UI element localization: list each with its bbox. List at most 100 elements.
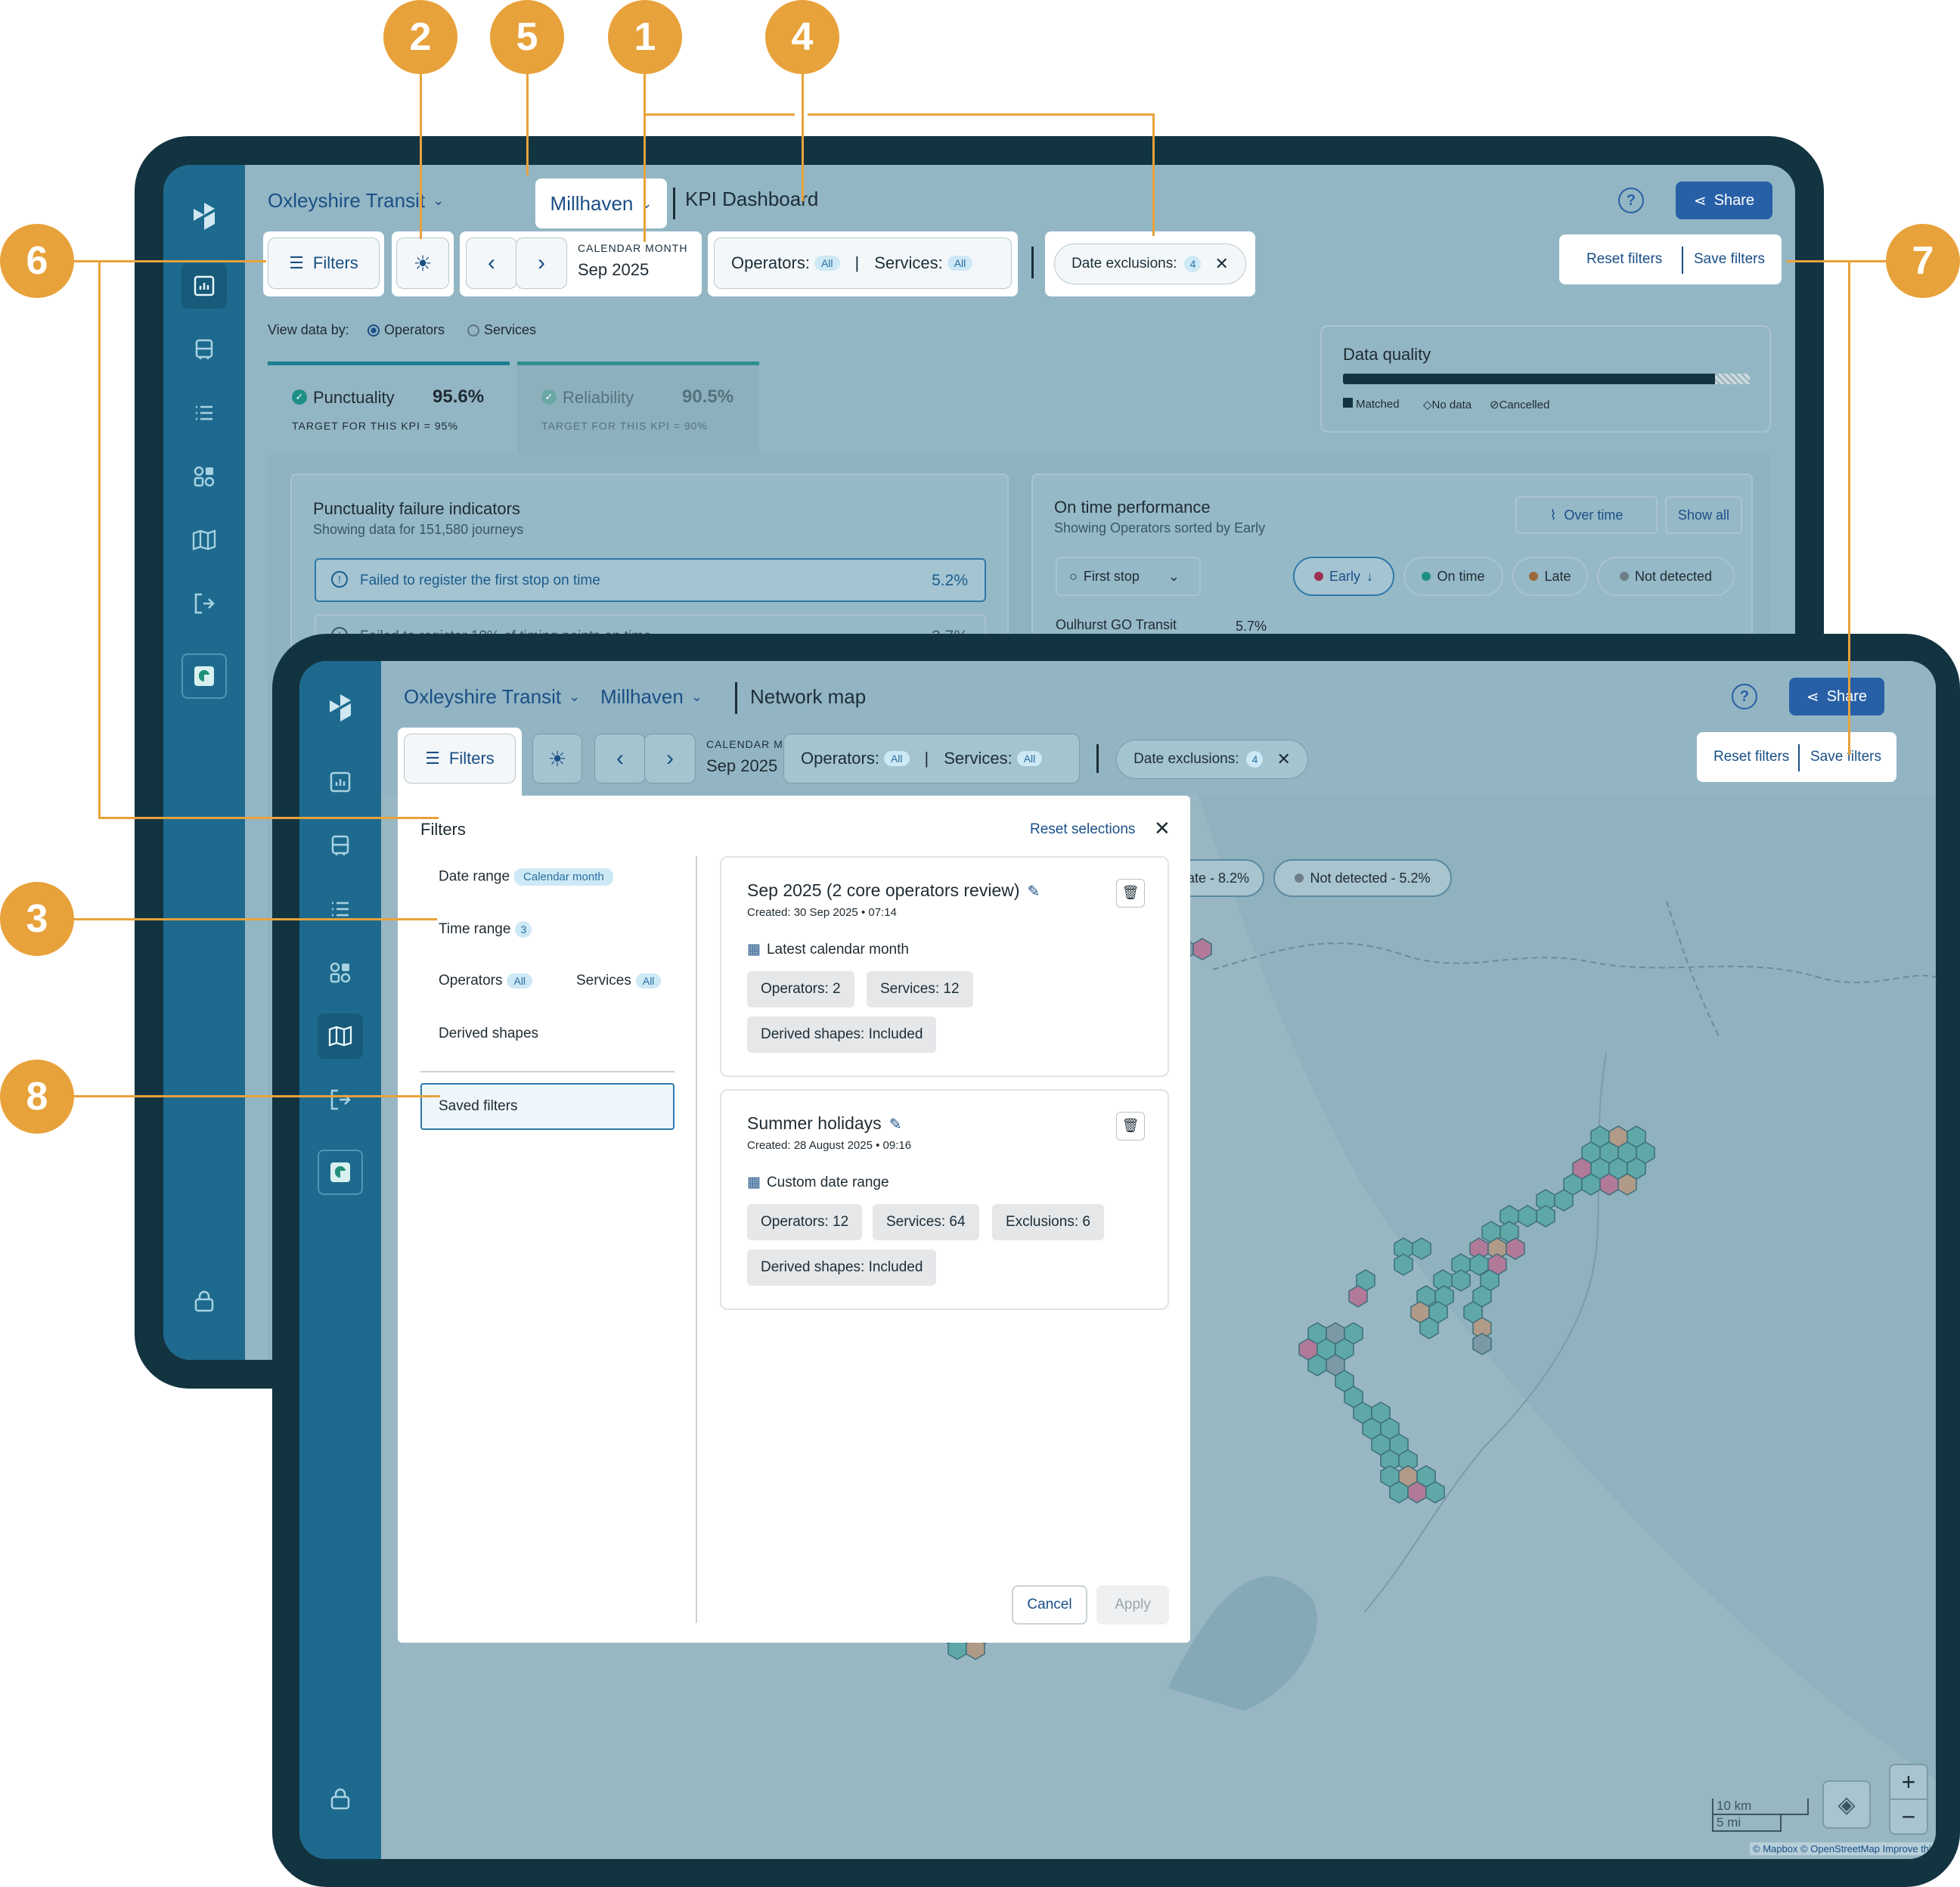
org-selector[interactable]: Oxleyshire Transit ⌄	[404, 685, 580, 709]
nav-date-range[interactable]: Date range Calendar month	[439, 868, 613, 886]
nav-operators[interactable]: Operators All	[439, 973, 533, 989]
list-icon[interactable]	[181, 390, 227, 436]
callout-1: 1	[608, 0, 682, 74]
share-button[interactable]: ⋖ Share	[1676, 182, 1772, 219]
callout-4: 4	[765, 0, 839, 74]
nav-services[interactable]: Services All	[576, 973, 662, 989]
lock-icon[interactable]	[181, 1278, 227, 1324]
next-month-button[interactable]: ›	[516, 237, 567, 289]
brand-icon[interactable]	[181, 653, 227, 699]
trash-button[interactable]: 🗑	[1116, 1112, 1145, 1141]
nav-saved-filters[interactable]: Saved filters	[420, 1083, 675, 1130]
over-time-button[interactable]: ⌇ Over time	[1515, 496, 1658, 534]
prev-month-button[interactable]: ‹	[594, 734, 646, 784]
nav-derived-shapes[interactable]: Derived shapes	[439, 1026, 538, 1042]
reset-filters-button[interactable]: Reset filters	[1586, 251, 1662, 268]
divider	[1031, 247, 1034, 278]
arrow-down-icon: ↓	[1366, 568, 1373, 584]
early-chip[interactable]: Early ↓	[1293, 557, 1394, 596]
next-month-button[interactable]: ›	[644, 734, 696, 784]
date-exclusions-chip[interactable]: Date exclusions: 4 ✕	[1054, 244, 1246, 284]
punctuality-tab[interactable]: ✓ Punctuality 95.6% TARGET FOR THIS KPI …	[268, 362, 510, 454]
saved-filter-name: Sep 2025 (2 core operators review) ✎	[747, 880, 1040, 900]
punctuality-value: 95.6%	[433, 386, 485, 407]
save-filters-button[interactable]: Save filters	[1810, 749, 1881, 765]
filters-button[interactable]: ☰ Filters	[404, 734, 516, 784]
org-name: Oxleyshire Transit	[404, 685, 562, 708]
view-operators-radio[interactable]: Operators	[368, 322, 445, 338]
saved-filter-created: Created: 28 August 2025 • 09:16	[747, 1139, 912, 1152]
bus-icon[interactable]	[181, 327, 227, 372]
close-icon[interactable]: ✕	[1214, 254, 1228, 274]
saved-filter-card[interactable]: Sep 2025 (2 core operators review) ✎ Crea…	[720, 856, 1169, 1077]
pencil-icon[interactable]: ✎	[1028, 883, 1040, 900]
check-icon: ✓	[541, 390, 557, 405]
close-icon[interactable]: ✕	[1154, 817, 1171, 840]
operators-services-selector[interactable]: Operators: All | Services: All	[783, 734, 1080, 784]
operators-services-selector[interactable]: Operators: All | Services: All	[714, 237, 1012, 289]
data-quality-title: Data quality	[1343, 345, 1431, 364]
scale-mi: 5 mi	[1712, 1815, 1782, 1832]
close-icon[interactable]: ✕	[1276, 750, 1290, 769]
lock-icon[interactable]	[318, 1776, 363, 1821]
apps-icon[interactable]	[318, 950, 363, 995]
region-selector[interactable]: Millhaven ⌄	[535, 178, 667, 228]
region-selector[interactable]: Millhaven ⌄	[600, 685, 702, 709]
share-label: Share	[1826, 687, 1868, 705]
divider	[420, 1071, 675, 1072]
filters-button[interactable]: ☰ Filters	[268, 237, 380, 289]
not-detected-chip[interactable]: Not detected	[1597, 557, 1735, 596]
sun-icon: ☀	[547, 746, 567, 771]
view-services-radio[interactable]: Services	[467, 322, 536, 338]
zoom-out-button[interactable]: −	[1889, 1799, 1928, 1835]
brightness-button[interactable]: ☀	[532, 734, 582, 784]
callout-line	[98, 817, 439, 819]
callout-line	[73, 260, 266, 262]
date-exclusions-label: Date exclusions:	[1134, 751, 1239, 767]
logout-icon[interactable]	[318, 1077, 363, 1122]
on-time-chip[interactable]: On time	[1403, 557, 1503, 596]
date-exclusions-chip[interactable]: Date exclusions: 4 ✕	[1116, 740, 1308, 779]
trash-button[interactable]: 🗑	[1116, 879, 1145, 908]
callout-line	[802, 74, 804, 115]
prev-month-button[interactable]: ‹	[466, 237, 517, 289]
apply-button[interactable]: Apply	[1096, 1585, 1169, 1625]
first-stop-select[interactable]: ○ First stop ⌄	[1056, 557, 1201, 596]
brand-icon[interactable]	[318, 1150, 363, 1195]
nav-time-range[interactable]: Time range 3	[439, 921, 532, 938]
map-chip-not-detected[interactable]: Not detected - 5.2%	[1273, 859, 1452, 897]
matched-swatch	[1343, 398, 1353, 408]
help-icon[interactable]: ?	[1618, 188, 1644, 213]
chart-icon[interactable]	[318, 759, 363, 805]
bus-icon[interactable]	[318, 823, 363, 868]
share-icon: ⋖	[1693, 192, 1707, 209]
pencil-icon[interactable]: ✎	[889, 1116, 902, 1133]
reliability-tab[interactable]: ✓ Reliability 90.5% TARGET FOR THIS KPI …	[517, 362, 759, 454]
save-filters-button[interactable]: Save filters	[1694, 251, 1765, 268]
list-icon[interactable]	[318, 886, 363, 932]
saved-filter-card[interactable]: Summer holidays ✎ Created: 28 August 2025…	[720, 1089, 1169, 1310]
trend-icon: ⌇	[1549, 507, 1557, 523]
brightness-button[interactable]: ☀	[396, 237, 449, 289]
calendar-icon: ▦	[747, 942, 761, 957]
callout-line	[644, 74, 646, 242]
chevron-down-icon: ⌄	[433, 193, 445, 208]
apps-icon[interactable]	[181, 454, 227, 499]
show-all-button[interactable]: Show all	[1665, 496, 1742, 534]
map-icon[interactable]	[181, 517, 227, 563]
reset-selections-button[interactable]: Reset selections	[1030, 821, 1135, 838]
share-button[interactable]: ⋖ Share	[1789, 678, 1884, 715]
pfi-row[interactable]: ! Failed to register the first stop on t…	[315, 558, 986, 602]
help-icon[interactable]: ?	[1732, 684, 1757, 709]
org-selector[interactable]: Oxleyshire Transit ⌄	[268, 189, 444, 213]
cancel-button[interactable]: Cancel	[1012, 1585, 1087, 1625]
late-chip[interactable]: Late	[1512, 557, 1588, 596]
layers-button[interactable]: ◈	[1822, 1780, 1871, 1829]
logout-icon[interactable]	[181, 581, 227, 626]
legend-matched: Matched	[1343, 398, 1400, 411]
chart-icon[interactable]	[181, 263, 227, 309]
reset-filters-button[interactable]: Reset filters	[1713, 749, 1789, 765]
map-icon[interactable]	[318, 1013, 363, 1059]
zoom-in-button[interactable]: +	[1889, 1764, 1928, 1800]
map-attribution[interactable]: © Mapbox © OpenStreetMap Improve this ma…	[1750, 1842, 1936, 1855]
